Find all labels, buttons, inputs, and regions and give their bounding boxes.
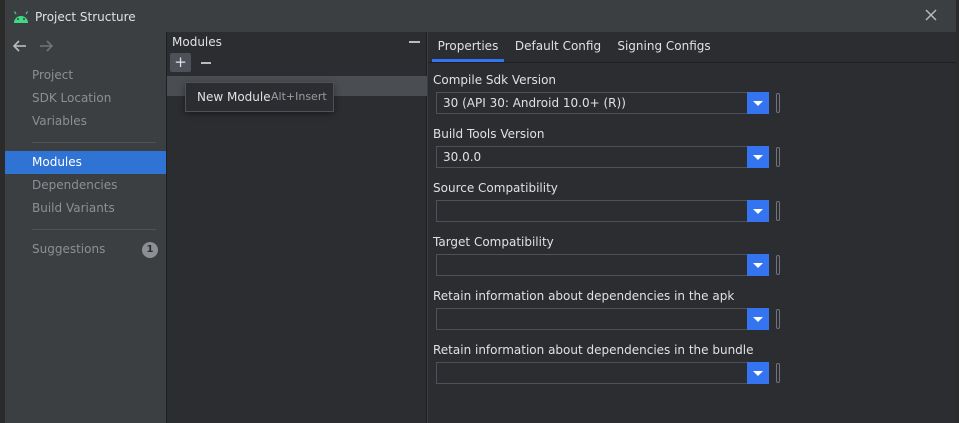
target-compat-combo[interactable] [436,254,769,276]
popup-label: New Module [197,90,271,104]
forward-arrow-icon[interactable] [38,38,54,54]
combo-side-handle[interactable] [776,93,780,113]
sidebar: Project SDK Location Variables Modules D… [5,32,166,423]
add-module-button[interactable]: + [170,53,191,72]
chevron-down-icon[interactable] [747,308,769,330]
combo-side-handle[interactable] [776,309,780,329]
retain-bundle-label: Retain information about dependencies in… [433,343,754,357]
combo-side-handle[interactable] [776,201,780,221]
chevron-down-icon[interactable] [747,362,769,384]
project-structure-dialog: Project Structure Project SDK Location V… [0,0,959,423]
tab-default-config[interactable]: Default Config [512,32,604,62]
sidebar-divider [32,229,156,230]
compile-sdk-label: Compile Sdk Version [433,73,557,87]
combo-side-handle[interactable] [776,255,780,275]
sidebar-divider [32,142,156,143]
sidebar-item-variables[interactable]: Variables [5,110,166,133]
tab-bar: Properties Default Config Signing Config… [428,32,956,63]
chevron-down-icon[interactable] [747,200,769,222]
tab-signing-configs[interactable]: Signing Configs [614,32,714,62]
popup-shortcut: Alt+Insert [271,90,327,103]
new-module-popup[interactable]: New Module Alt+Insert [185,82,334,112]
remove-module-button[interactable] [200,53,214,72]
sidebar-item-project[interactable]: Project [5,64,166,87]
sidebar-item-sdk-location[interactable]: SDK Location [5,87,166,110]
source-compat-label: Source Compatibility [433,181,558,195]
sidebar-item-modules[interactable]: Modules [5,151,166,174]
combo-value: 30 (API 30: Android 10.0+ (R)) [443,96,626,110]
chevron-down-icon[interactable] [747,146,769,168]
close-icon[interactable] [924,8,938,22]
tab-properties[interactable]: Properties [432,32,504,62]
sidebar-item-build-variants[interactable]: Build Variants [5,197,166,220]
combo-side-handle[interactable] [776,363,780,383]
chevron-down-icon[interactable] [747,92,769,114]
sidebar-item-dependencies[interactable]: Dependencies [5,174,166,197]
dialog-title: Project Structure [35,10,136,24]
combo-side-handle[interactable] [776,147,780,167]
minimize-icon[interactable] [409,41,420,43]
retain-apk-combo[interactable] [436,308,769,330]
chevron-down-icon[interactable] [747,254,769,276]
module-properties-panel: Properties Default Config Signing Config… [428,32,956,423]
target-compat-label: Target Compatibility [433,235,554,249]
title-bar: Project Structure [5,4,956,32]
compile-sdk-combo[interactable]: 30 (API 30: Android 10.0+ (R)) [436,92,769,114]
retain-bundle-combo[interactable] [436,362,769,384]
suggestions-count-badge: 1 [142,242,158,258]
combo-value: 30.0.0 [443,150,482,164]
back-arrow-icon[interactable] [12,38,28,54]
build-tools-combo[interactable]: 30.0.0 [436,146,769,168]
modules-panel: Modules + New Module Alt+Insert [166,32,427,423]
android-icon [13,11,29,23]
source-compat-combo[interactable] [436,200,769,222]
build-tools-label: Build Tools Version [433,127,545,141]
retain-apk-label: Retain information about dependencies in… [433,289,735,303]
modules-header: Modules [172,35,222,49]
